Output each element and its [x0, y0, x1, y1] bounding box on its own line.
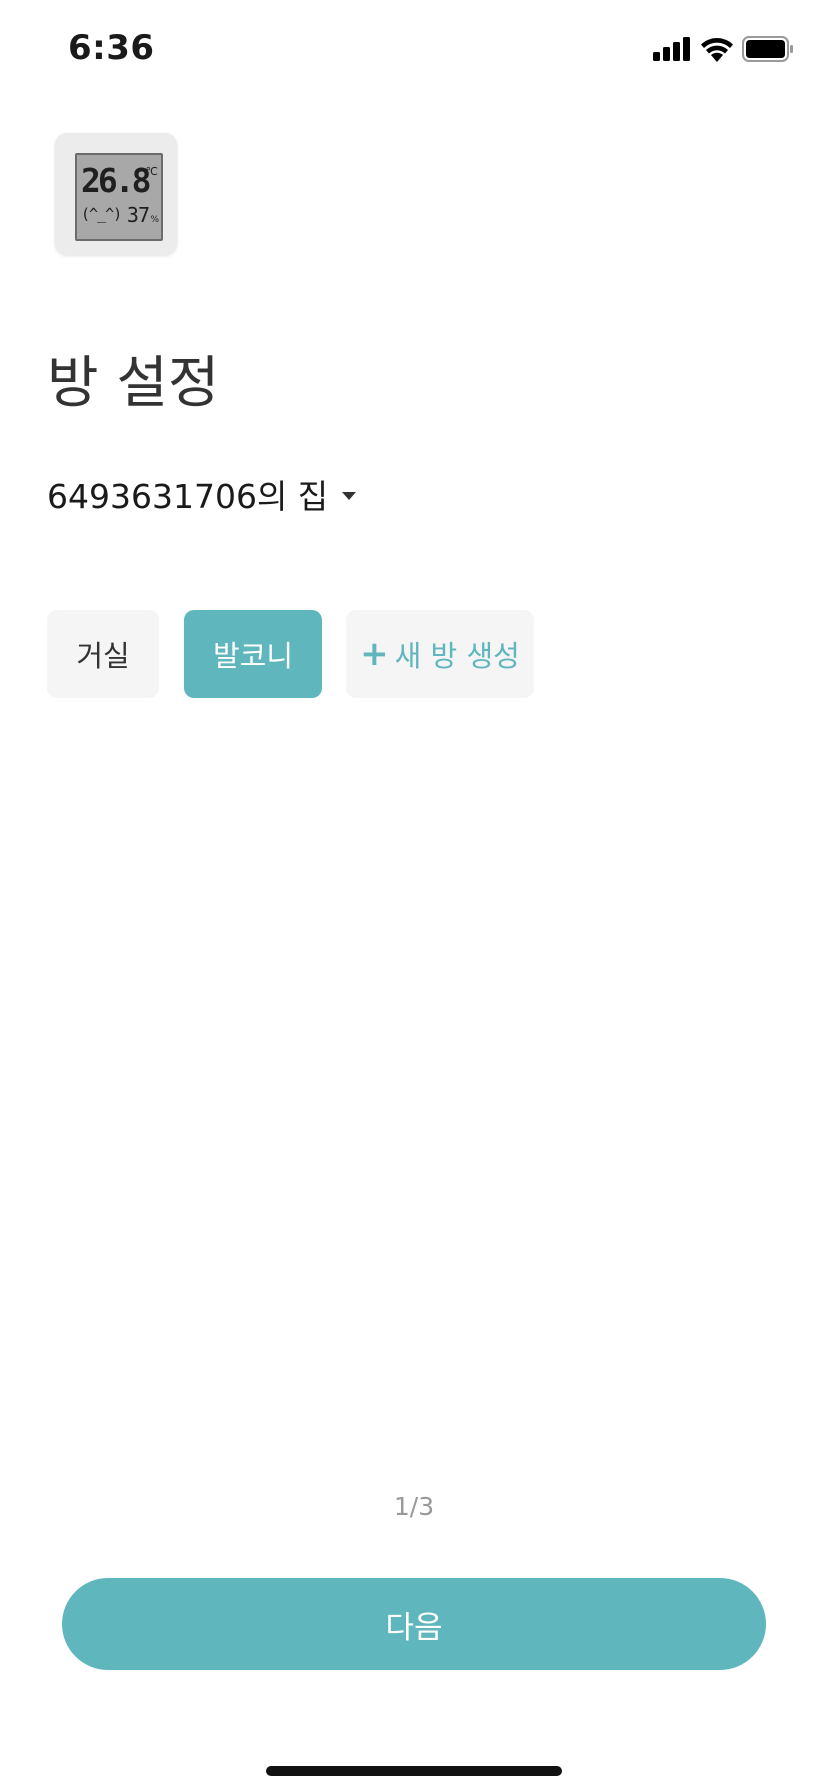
home-name: 6493631706의 집 [47, 477, 329, 516]
create-new-room-label: 새 방 생성 [394, 639, 520, 673]
device-thumbnail: 26.8 ℃ (^_^) 37 % [55, 133, 177, 255]
home-selector[interactable]: 6493631706의 집 [47, 470, 357, 518]
next-button-label: 다음 [385, 1609, 443, 1646]
status-bar: 6:36 [0, 0, 828, 100]
create-new-room-button[interactable]: + 새 방 생성 [346, 610, 534, 698]
room-chip-balcony[interactable]: 발코니 [184, 610, 322, 698]
plus-icon: + [360, 634, 389, 674]
page-title: 방 설정 [47, 350, 220, 416]
battery-icon [742, 36, 793, 62]
step-indicator: 1/3 [393, 1492, 435, 1521]
dropdown-caret-icon [342, 492, 357, 500]
cellular-signal-icon [653, 37, 690, 61]
device-screen-temperature-unit: ℃ [145, 165, 158, 178]
device-screen-humidity: 37 [126, 203, 150, 227]
device-screen-temperature: 26.8 [81, 161, 152, 200]
thermo-hygrometer-icon: 26.8 ℃ (^_^) 37 % [75, 153, 163, 241]
next-button[interactable]: 다음 [62, 1578, 766, 1670]
room-chip-living-room[interactable]: 거실 [47, 610, 159, 698]
home-indicator[interactable] [266, 1766, 562, 1776]
wifi-icon [701, 38, 733, 62]
device-screen-humidity-unit: % [150, 215, 159, 225]
room-chip-label: 발코니 [212, 639, 294, 673]
status-time: 6:36 [68, 28, 155, 68]
room-chip-label: 거실 [76, 639, 130, 673]
device-screen-face: (^_^) [81, 205, 122, 223]
